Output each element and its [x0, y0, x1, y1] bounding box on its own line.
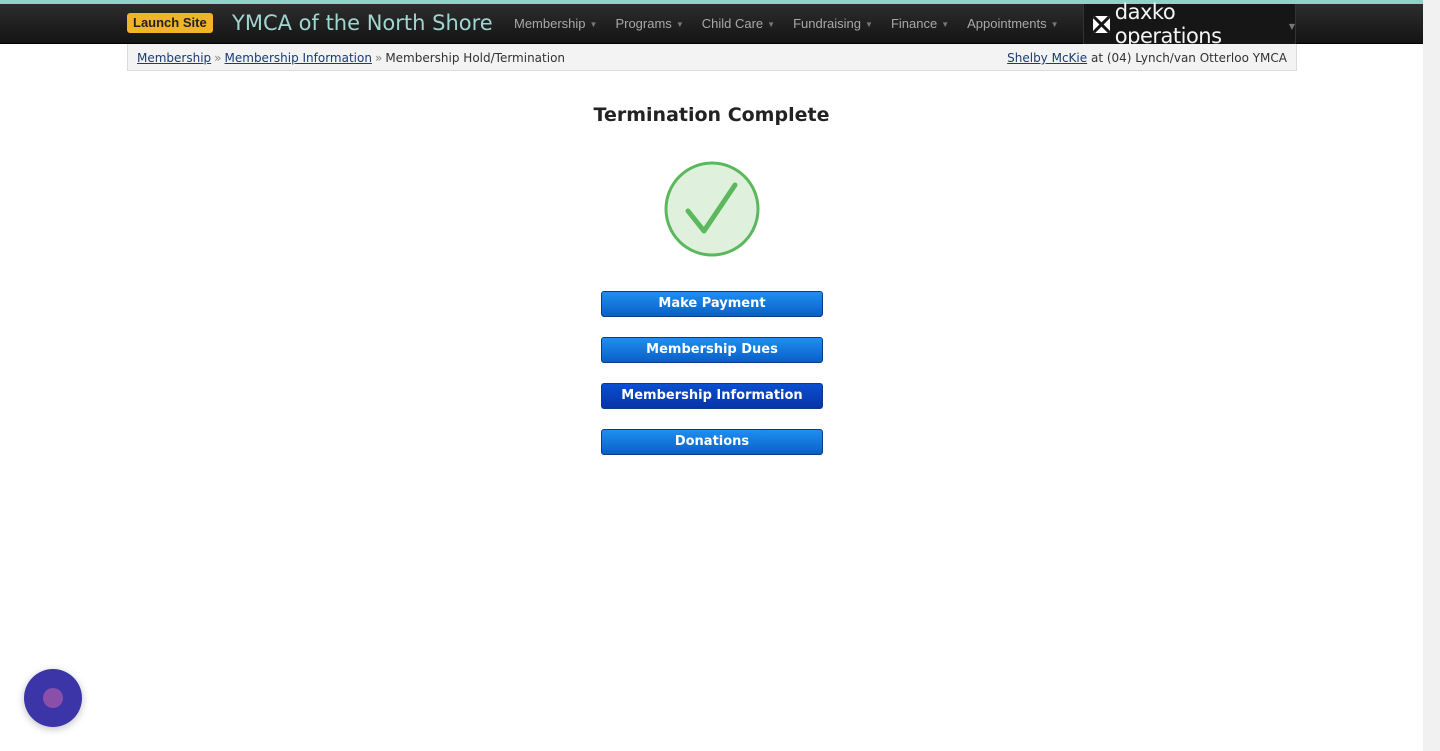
menu-child-care[interactable]: Child Care ▼	[693, 4, 784, 44]
menu-label: Appointments	[967, 16, 1047, 31]
breadcrumb-current: Membership Hold/Termination	[385, 51, 566, 65]
caret-down-icon: ▼	[675, 20, 684, 29]
user-at-label: at	[1090, 51, 1104, 65]
caret-down-icon: ▼	[1288, 21, 1295, 31]
breadcrumb-bar: Membership» Membership Information» Member…	[127, 44, 1297, 71]
caret-down-icon: ▼	[767, 20, 776, 29]
breadcrumb-separator: »	[374, 51, 383, 65]
caret-down-icon: ▼	[941, 20, 950, 29]
caret-down-icon: ▼	[589, 20, 598, 29]
chat-launcher-button[interactable]	[24, 669, 82, 727]
user-info: Shelby McKie at (04) Lynch/van Otterloo …	[1007, 51, 1287, 65]
caret-down-icon: ▼	[1050, 20, 1059, 29]
page-title: Termination Complete	[593, 104, 830, 126]
chat-dot-icon	[43, 688, 63, 708]
breadcrumb: Membership» Membership Information» Member…	[137, 51, 565, 65]
menu-label: Fundraising	[793, 16, 862, 31]
menu-label: Membership	[514, 16, 586, 31]
breadcrumb-link-membership[interactable]: Membership	[137, 51, 211, 65]
user-location: (04) Lynch/van Otterloo YMCA	[1106, 51, 1287, 65]
daxko-envelope-icon	[1093, 15, 1110, 33]
menu-appointments[interactable]: Appointments ▼	[958, 4, 1067, 44]
menu-label: Programs	[615, 16, 672, 31]
make-payment-button[interactable]: Make Payment	[601, 291, 823, 317]
membership-information-button[interactable]: Membership Information	[601, 383, 823, 409]
breadcrumb-separator: »	[214, 51, 222, 65]
menu-label: Finance	[890, 16, 938, 31]
vertical-scrollbar[interactable]	[1423, 0, 1440, 751]
menu-finance[interactable]: Finance ▼	[882, 4, 958, 44]
brand-text: daxko operations	[1114, 0, 1222, 48]
main-menu: Membership ▼ Programs ▼ Child Care ▼ Fundra…	[505, 4, 1068, 44]
membership-dues-button[interactable]: Membership Dues	[601, 337, 823, 363]
breadcrumb-link-membership-information[interactable]: Membership Information	[225, 51, 372, 65]
menu-programs[interactable]: Programs ▼	[606, 4, 692, 44]
daxko-brand-menu[interactable]: daxko operations ▼	[1083, 0, 1296, 48]
launch-site-button[interactable]: Launch Site	[127, 13, 213, 33]
donations-button[interactable]: Donations	[601, 429, 823, 455]
user-name-link[interactable]: Shelby McKie	[1007, 51, 1087, 65]
menu-label: Child Care	[701, 16, 764, 31]
checkmark-circle-icon	[664, 161, 760, 257]
menu-membership[interactable]: Membership ▼	[505, 4, 606, 44]
top-navbar: Launch Site YMCA of the North Shore Memb…	[0, 0, 1423, 48]
org-title[interactable]: YMCA of the North Shore	[232, 10, 493, 36]
caret-down-icon: ▼	[865, 20, 873, 29]
menu-fundraising[interactable]: Fundraising ▼	[784, 4, 882, 44]
